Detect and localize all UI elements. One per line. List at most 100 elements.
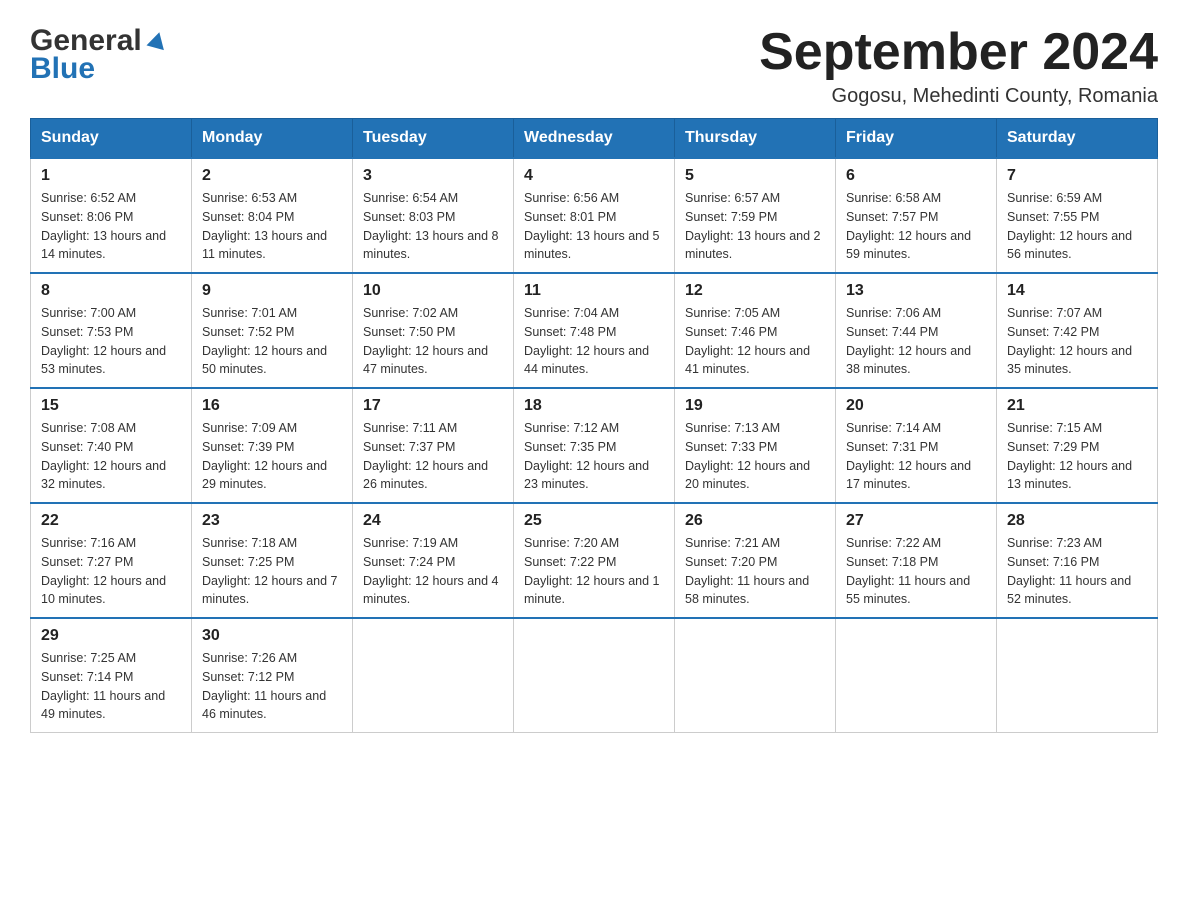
day-number: 23	[202, 512, 342, 530]
calendar-cell: 24 Sunrise: 7:19 AM Sunset: 7:24 PM Dayl…	[353, 503, 514, 618]
calendar-cell: 14 Sunrise: 7:07 AM Sunset: 7:42 PM Dayl…	[997, 273, 1158, 388]
day-info: Sunrise: 7:08 AM Sunset: 7:40 PM Dayligh…	[41, 419, 181, 494]
day-info: Sunrise: 7:11 AM Sunset: 7:37 PM Dayligh…	[363, 419, 503, 494]
day-info: Sunrise: 7:05 AM Sunset: 7:46 PM Dayligh…	[685, 304, 825, 379]
day-number: 19	[685, 397, 825, 415]
day-number: 15	[41, 397, 181, 415]
calendar-cell: 8 Sunrise: 7:00 AM Sunset: 7:53 PM Dayli…	[31, 273, 192, 388]
calendar-cell: 15 Sunrise: 7:08 AM Sunset: 7:40 PM Dayl…	[31, 388, 192, 503]
day-number: 3	[363, 167, 503, 185]
calendar-cell: 3 Sunrise: 6:54 AM Sunset: 8:03 PM Dayli…	[353, 158, 514, 273]
calendar-header-friday: Friday	[836, 119, 997, 159]
day-info: Sunrise: 6:54 AM Sunset: 8:03 PM Dayligh…	[363, 189, 503, 264]
calendar-cell: 22 Sunrise: 7:16 AM Sunset: 7:27 PM Dayl…	[31, 503, 192, 618]
page-title: September 2024	[759, 24, 1158, 81]
logo-triangle-icon	[146, 30, 168, 52]
calendar-header-monday: Monday	[192, 119, 353, 159]
calendar-cell	[514, 618, 675, 733]
day-number: 6	[846, 167, 986, 185]
calendar-cell: 30 Sunrise: 7:26 AM Sunset: 7:12 PM Dayl…	[192, 618, 353, 733]
day-info: Sunrise: 7:14 AM Sunset: 7:31 PM Dayligh…	[846, 419, 986, 494]
calendar-cell	[997, 618, 1158, 733]
calendar-header-sunday: Sunday	[31, 119, 192, 159]
calendar-cell: 19 Sunrise: 7:13 AM Sunset: 7:33 PM Dayl…	[675, 388, 836, 503]
calendar-cell: 28 Sunrise: 7:23 AM Sunset: 7:16 PM Dayl…	[997, 503, 1158, 618]
calendar-cell: 17 Sunrise: 7:11 AM Sunset: 7:37 PM Dayl…	[353, 388, 514, 503]
calendar-cell: 29 Sunrise: 7:25 AM Sunset: 7:14 PM Dayl…	[31, 618, 192, 733]
day-info: Sunrise: 7:18 AM Sunset: 7:25 PM Dayligh…	[202, 534, 342, 609]
calendar-cell: 18 Sunrise: 7:12 AM Sunset: 7:35 PM Dayl…	[514, 388, 675, 503]
day-number: 29	[41, 627, 181, 645]
calendar-week-row: 8 Sunrise: 7:00 AM Sunset: 7:53 PM Dayli…	[31, 273, 1158, 388]
day-number: 12	[685, 282, 825, 300]
day-info: Sunrise: 7:25 AM Sunset: 7:14 PM Dayligh…	[41, 649, 181, 724]
day-info: Sunrise: 7:12 AM Sunset: 7:35 PM Dayligh…	[524, 419, 664, 494]
day-info: Sunrise: 6:56 AM Sunset: 8:01 PM Dayligh…	[524, 189, 664, 264]
calendar-cell: 12 Sunrise: 7:05 AM Sunset: 7:46 PM Dayl…	[675, 273, 836, 388]
calendar-cell: 20 Sunrise: 7:14 AM Sunset: 7:31 PM Dayl…	[836, 388, 997, 503]
calendar-cell: 26 Sunrise: 7:21 AM Sunset: 7:20 PM Dayl…	[675, 503, 836, 618]
day-info: Sunrise: 7:01 AM Sunset: 7:52 PM Dayligh…	[202, 304, 342, 379]
day-info: Sunrise: 7:15 AM Sunset: 7:29 PM Dayligh…	[1007, 419, 1147, 494]
day-number: 17	[363, 397, 503, 415]
calendar-week-row: 1 Sunrise: 6:52 AM Sunset: 8:06 PM Dayli…	[31, 158, 1158, 273]
calendar-week-row: 29 Sunrise: 7:25 AM Sunset: 7:14 PM Dayl…	[31, 618, 1158, 733]
day-info: Sunrise: 7:22 AM Sunset: 7:18 PM Dayligh…	[846, 534, 986, 609]
calendar-header-wednesday: Wednesday	[514, 119, 675, 159]
day-number: 2	[202, 167, 342, 185]
title-block: September 2024 Gogosu, Mehedinti County,…	[759, 24, 1158, 108]
page-header: General Blue September 2024 Gogosu, Mehe…	[30, 24, 1158, 108]
day-number: 30	[202, 627, 342, 645]
day-info: Sunrise: 7:04 AM Sunset: 7:48 PM Dayligh…	[524, 304, 664, 379]
day-number: 18	[524, 397, 664, 415]
day-info: Sunrise: 7:21 AM Sunset: 7:20 PM Dayligh…	[685, 534, 825, 609]
day-info: Sunrise: 7:16 AM Sunset: 7:27 PM Dayligh…	[41, 534, 181, 609]
calendar-cell: 1 Sunrise: 6:52 AM Sunset: 8:06 PM Dayli…	[31, 158, 192, 273]
day-info: Sunrise: 7:26 AM Sunset: 7:12 PM Dayligh…	[202, 649, 342, 724]
day-number: 14	[1007, 282, 1147, 300]
calendar-cell: 5 Sunrise: 6:57 AM Sunset: 7:59 PM Dayli…	[675, 158, 836, 273]
day-info: Sunrise: 6:57 AM Sunset: 7:59 PM Dayligh…	[685, 189, 825, 264]
calendar-cell: 25 Sunrise: 7:20 AM Sunset: 7:22 PM Dayl…	[514, 503, 675, 618]
day-info: Sunrise: 6:53 AM Sunset: 8:04 PM Dayligh…	[202, 189, 342, 264]
day-info: Sunrise: 7:19 AM Sunset: 7:24 PM Dayligh…	[363, 534, 503, 609]
calendar-cell: 11 Sunrise: 7:04 AM Sunset: 7:48 PM Dayl…	[514, 273, 675, 388]
calendar-cell	[675, 618, 836, 733]
day-info: Sunrise: 7:09 AM Sunset: 7:39 PM Dayligh…	[202, 419, 342, 494]
calendar-cell: 9 Sunrise: 7:01 AM Sunset: 7:52 PM Dayli…	[192, 273, 353, 388]
day-number: 10	[363, 282, 503, 300]
calendar-cell: 7 Sunrise: 6:59 AM Sunset: 7:55 PM Dayli…	[997, 158, 1158, 273]
day-number: 28	[1007, 512, 1147, 530]
day-number: 5	[685, 167, 825, 185]
calendar-cell: 21 Sunrise: 7:15 AM Sunset: 7:29 PM Dayl…	[997, 388, 1158, 503]
calendar-table: SundayMondayTuesdayWednesdayThursdayFrid…	[30, 118, 1158, 733]
day-number: 9	[202, 282, 342, 300]
day-info: Sunrise: 6:59 AM Sunset: 7:55 PM Dayligh…	[1007, 189, 1147, 264]
day-number: 8	[41, 282, 181, 300]
calendar-cell: 2 Sunrise: 6:53 AM Sunset: 8:04 PM Dayli…	[192, 158, 353, 273]
day-info: Sunrise: 6:52 AM Sunset: 8:06 PM Dayligh…	[41, 189, 181, 264]
calendar-cell: 10 Sunrise: 7:02 AM Sunset: 7:50 PM Dayl…	[353, 273, 514, 388]
day-number: 16	[202, 397, 342, 415]
calendar-cell	[353, 618, 514, 733]
calendar-header-saturday: Saturday	[997, 119, 1158, 159]
calendar-week-row: 15 Sunrise: 7:08 AM Sunset: 7:40 PM Dayl…	[31, 388, 1158, 503]
day-number: 27	[846, 512, 986, 530]
day-number: 11	[524, 282, 664, 300]
day-info: Sunrise: 7:06 AM Sunset: 7:44 PM Dayligh…	[846, 304, 986, 379]
day-info: Sunrise: 7:13 AM Sunset: 7:33 PM Dayligh…	[685, 419, 825, 494]
calendar-week-row: 22 Sunrise: 7:16 AM Sunset: 7:27 PM Dayl…	[31, 503, 1158, 618]
day-info: Sunrise: 7:20 AM Sunset: 7:22 PM Dayligh…	[524, 534, 664, 609]
logo: General Blue	[30, 24, 168, 86]
calendar-header-tuesday: Tuesday	[353, 119, 514, 159]
calendar-cell: 16 Sunrise: 7:09 AM Sunset: 7:39 PM Dayl…	[192, 388, 353, 503]
calendar-cell: 13 Sunrise: 7:06 AM Sunset: 7:44 PM Dayl…	[836, 273, 997, 388]
day-number: 1	[41, 167, 181, 185]
day-number: 21	[1007, 397, 1147, 415]
day-number: 25	[524, 512, 664, 530]
page-subtitle: Gogosu, Mehedinti County, Romania	[759, 85, 1158, 108]
day-number: 4	[524, 167, 664, 185]
calendar-header-thursday: Thursday	[675, 119, 836, 159]
calendar-cell: 6 Sunrise: 6:58 AM Sunset: 7:57 PM Dayli…	[836, 158, 997, 273]
day-number: 22	[41, 512, 181, 530]
